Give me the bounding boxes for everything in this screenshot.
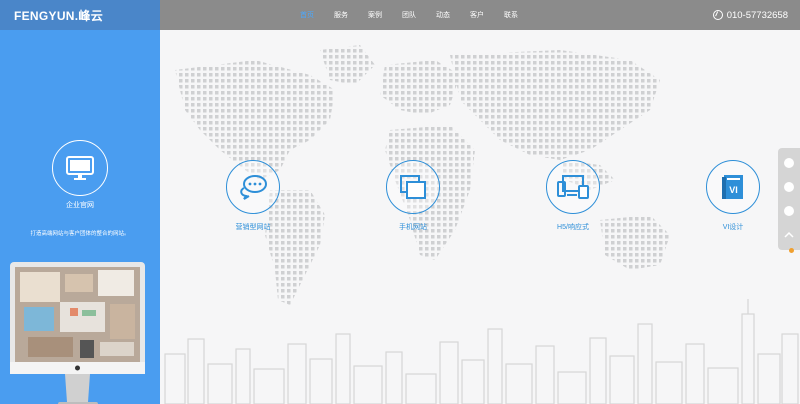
nav-item-home[interactable]: 首页 [300,10,314,20]
service-label[interactable]: 手机网站 [373,222,453,232]
main-hero: 营销型网站 手机网站 H5/响应式 VI VI设计 [160,30,800,404]
city-skyline [164,299,799,404]
phone-icon [784,182,794,192]
imac-illustration [10,262,145,404]
monitor-icon-circle [52,140,108,196]
nav-item-news[interactable]: 动态 [436,10,450,20]
vi-badge-text: VI [729,185,738,195]
service-h5-responsive[interactable]: H5/响应式 [533,160,613,232]
devices-icon [557,175,589,199]
windows-icon [400,175,426,199]
service-circle[interactable] [546,160,600,214]
phone-icon [712,10,723,20]
service-mobile-site[interactable]: 手机网站 [373,160,453,232]
left-panel-description: 打造高端网站与客户团体的整合的网站。 [30,231,130,237]
side-tool-top[interactable] [778,223,800,247]
vi-book-icon: VI [722,175,743,199]
service-label[interactable]: 营销型网站 [213,222,293,232]
service-vi-design[interactable]: VI VI设计 [693,160,773,232]
phone-contact: 010-57732658 [712,0,788,30]
wechat-icon [784,206,794,216]
logo[interactable]: FENGYUN.峰云 [14,7,103,24]
nav-item-contact[interactable]: 联系 [504,10,518,20]
nav-item-cases[interactable]: 案例 [368,10,382,20]
qq-icon [784,158,794,168]
service-label[interactable]: H5/响应式 [533,222,613,232]
side-tool-phone[interactable] [778,175,800,199]
phone-number: 010-57732658 [726,9,788,21]
chevron-up-icon [784,231,794,238]
scroll-indicator-dot [789,248,794,253]
chat-bubbles-icon [240,175,267,200]
nav-item-services[interactable]: 服务 [334,10,348,20]
service-circle[interactable]: VI [706,160,760,214]
header: FENGYUN.峰云 首页 服务 案例 团队 动态 客户 联系 010-5773… [0,0,800,30]
left-panel-title: 企业官网 [66,202,94,209]
service-label[interactable]: VI设计 [693,222,773,232]
service-marketing-site[interactable]: 营销型网站 [213,160,293,232]
main-nav: 首页 服务 案例 团队 动态 客户 联系 [300,0,518,30]
left-feature-panel: 企业官网 打造高端网站与客户团体的整合的网站。 [0,30,160,404]
service-circle[interactable] [226,160,280,214]
service-circle[interactable] [386,160,440,214]
side-tool-qq[interactable] [778,151,800,175]
side-tool-wechat[interactable] [778,199,800,223]
monitor-icon [66,156,94,180]
logo-area[interactable]: FENGYUN.峰云 [0,0,160,30]
nav-item-clients[interactable]: 客户 [470,10,484,20]
nav-item-team[interactable]: 团队 [402,10,416,20]
side-toolbar [778,148,800,250]
